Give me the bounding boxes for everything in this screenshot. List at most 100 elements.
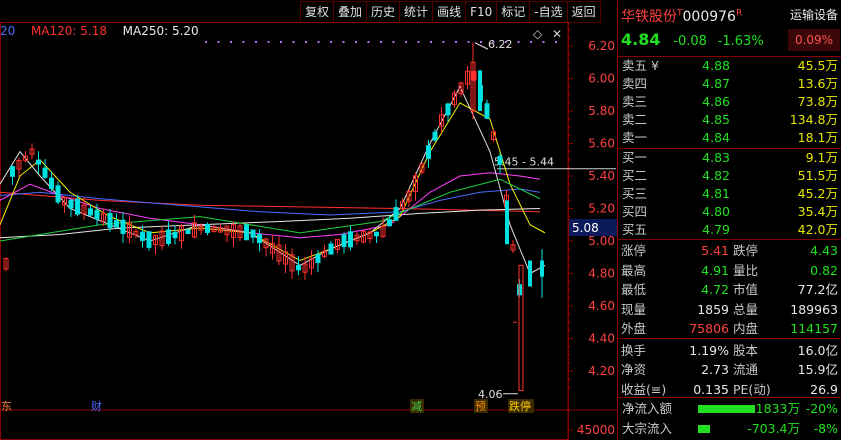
sector-name[interactable]: 运输设备 — [788, 6, 840, 23]
stat-value-cur-vol: 1859 — [697, 301, 729, 317]
bid-row-1[interactable]: 买二 4.82 51.5万 — [620, 167, 840, 185]
sector-change: 0.09% — [788, 29, 840, 51]
top-dot — [367, 41, 370, 43]
candle — [75, 198, 80, 215]
price-tick-label: 4.80 — [588, 267, 615, 281]
toolbar-button-3[interactable]: 统计 — [399, 1, 433, 23]
top-dot — [542, 41, 545, 43]
bid-row-2[interactable]: 买三 4.81 45.2万 — [620, 185, 840, 203]
candle — [393, 207, 399, 221]
toolbar-button-8[interactable]: 返回 — [566, 1, 601, 23]
candle — [387, 219, 392, 227]
ask-row-2[interactable]: 卖三 4.86 73.8万 — [620, 93, 840, 111]
stat-value-low: 4.72 — [701, 282, 729, 297]
bid-row-3[interactable]: 买四 4.80 35.4万 — [620, 203, 840, 221]
candle — [49, 177, 54, 190]
ask-row-3[interactable]: 卖二 4.85 134.8万 — [620, 111, 840, 129]
ask-row-4[interactable]: 卖一 4.84 18.1万 — [620, 129, 840, 147]
bid-price: 4.79 — [702, 222, 730, 237]
flow-value: -1833万 — [751, 401, 800, 416]
event-marker: 财 — [91, 399, 102, 413]
current-price-tag: 5.08 — [572, 221, 599, 235]
ask-label: 卖三 — [622, 94, 648, 109]
toolbar-button-6[interactable]: 标记 — [496, 1, 530, 23]
candle — [348, 231, 353, 248]
bid-price: 4.80 — [702, 204, 730, 219]
top-dot — [467, 41, 470, 43]
stat-value-turnover: 1.19% — [689, 342, 729, 358]
top-dot — [330, 41, 332, 43]
toolbar-button-7[interactable]: -自选 — [529, 1, 567, 23]
max-price-label: 6.22 — [488, 38, 513, 51]
min-price-label: 4.06 — [478, 388, 503, 401]
toolbar-button-0[interactable]: 复权 — [300, 1, 334, 23]
ask-price: 4.88 — [702, 58, 730, 73]
ask-row-0[interactable]: 卖五 ¥ 4.88 45.5万 — [620, 57, 840, 75]
toolbar-button-5[interactable]: F10 — [465, 1, 497, 23]
ask-price: 4.85 — [702, 112, 730, 127]
stat-label-high: 最高 — [621, 262, 647, 278]
price-tick-label: 5.20 — [588, 202, 615, 216]
price-line: 4.84 -0.08 -1.63% — [621, 29, 764, 53]
ask-row-1[interactable]: 卖四 4.87 13.6万 — [620, 75, 840, 93]
top-dot — [267, 41, 270, 43]
bid-label: 买三 — [622, 186, 648, 201]
close-icon: ✕ — [552, 27, 562, 41]
stat-label-eps: 收益(≡) — [621, 381, 667, 397]
top-dot — [430, 41, 432, 43]
bid-row-0[interactable]: 买一 4.83 9.1万 — [620, 149, 840, 167]
candle — [42, 167, 48, 178]
candle — [146, 231, 152, 248]
candle — [341, 234, 347, 247]
top-dot — [317, 41, 320, 43]
candle — [114, 220, 119, 228]
stat-value-high: 4.91 — [701, 262, 729, 278]
bid-row-4[interactable]: 买五 4.79 42.0万 — [620, 221, 840, 239]
stat-value-limit-up: 5.41 — [701, 243, 729, 258]
stat-label-pe: PE(动) — [733, 381, 771, 397]
stat-value-inner: 114157 — [790, 321, 838, 336]
candle — [478, 70, 482, 111]
candle — [296, 265, 301, 271]
top-dot — [255, 41, 257, 43]
ask-label: 卖五 ¥ — [622, 58, 659, 73]
toolbar-button-1[interactable]: 叠加 — [333, 1, 367, 23]
candle — [432, 131, 438, 141]
stat-value-mkt-cap: 77.2亿 — [797, 282, 838, 297]
bid-volume: 9.1万 — [805, 150, 838, 165]
candle — [166, 229, 171, 244]
price-tick-label: 4.60 — [588, 299, 615, 313]
ask-price: 4.84 — [702, 130, 730, 145]
ask-volume: 73.8万 — [797, 94, 838, 109]
ma-legend-item-1: 20 — [0, 24, 16, 38]
r-mark: R — [735, 8, 743, 19]
stat-label-cur-vol: 现量 — [621, 301, 647, 317]
bid-volume: 35.4万 — [797, 204, 838, 219]
flow-row-0: 净流入额 -1833万 -20% — [620, 400, 840, 418]
toolbar-button-2[interactable]: 历史 — [366, 1, 400, 23]
top-dot — [442, 41, 445, 43]
flow-bar — [698, 425, 710, 433]
stat-value-pe: 26.9 — [810, 381, 838, 397]
ask-volume: 45.5万 — [797, 58, 838, 73]
top-dot — [355, 41, 357, 43]
toolbar-button-4[interactable]: 画线 — [432, 1, 466, 23]
candle — [374, 231, 379, 237]
candlestick-chart[interactable]: 6.20 6.00 5.80 5.60 5.40 5.20 5.00 4.80 4.60 4.40… — [0, 22, 617, 440]
ask-label: 卖四 — [622, 76, 648, 91]
price-tick-label: 4.20 — [588, 364, 615, 378]
price-change: -0.08 — [673, 34, 707, 49]
candle — [328, 243, 334, 255]
bid-label: 买五 — [622, 222, 648, 237]
candle — [172, 231, 178, 239]
stat-value-vol-ratio: 0.82 — [810, 262, 838, 278]
volume-axis-label: 45000 — [577, 423, 615, 437]
bid-price: 4.82 — [702, 168, 730, 183]
bid-label: 买二 — [622, 168, 648, 183]
stat-label-limit-down: 跌停 — [733, 243, 759, 258]
stat-label-float: 流通 — [733, 362, 759, 377]
stat-label-total-vol: 总量 — [733, 301, 759, 317]
price-tick-label: 4.40 — [588, 332, 615, 346]
top-dot — [305, 41, 307, 43]
chart-frame — [0, 22, 569, 440]
